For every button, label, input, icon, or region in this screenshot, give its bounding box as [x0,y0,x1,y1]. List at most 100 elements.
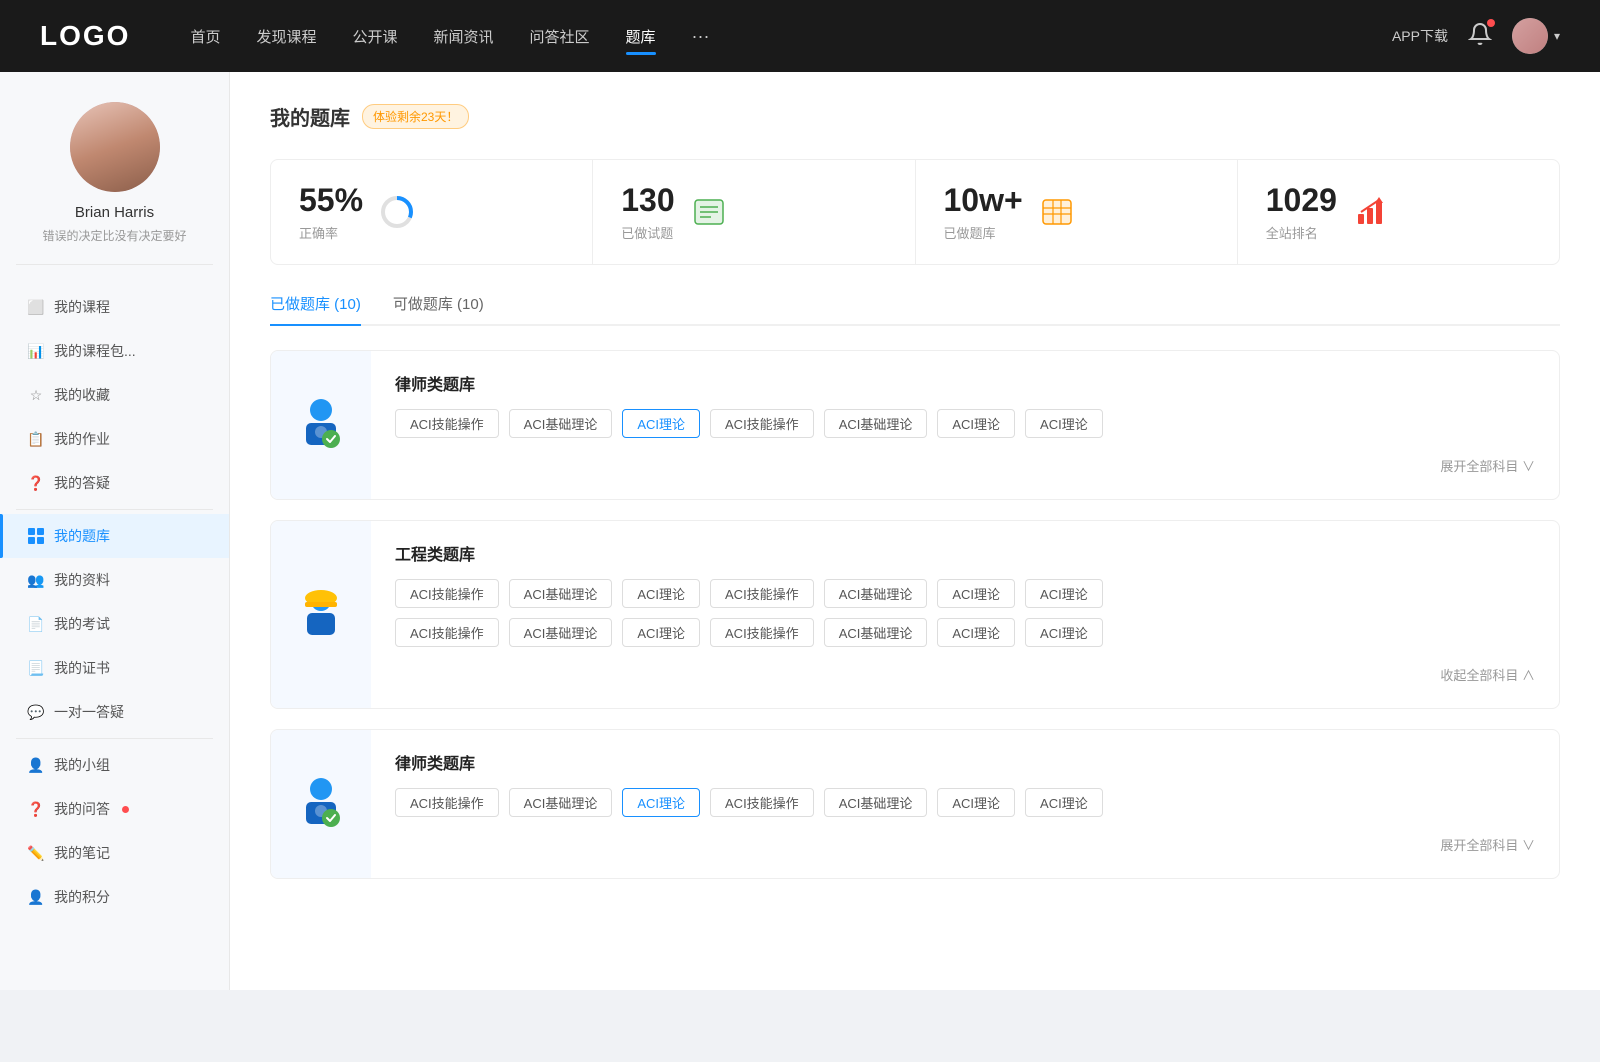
eng-tag2-5[interactable]: ACI理论 [937,618,1015,647]
eng-tag-1[interactable]: ACI基础理论 [509,579,613,608]
bank-card-inner-2: 工程类题库 ACI技能操作 ACI基础理论 ACI理论 ACI技能操作 ACI基… [271,521,1559,708]
tag-4[interactable]: ACI基础理论 [824,409,928,438]
eng-tag-6[interactable]: ACI理论 [1025,579,1103,608]
bank-title-lawyer-1: 律师类题库 [395,371,1535,395]
stat-done-banks-label: 已做题库 [944,223,1023,242]
pie-chart-icon [379,194,415,230]
table-icon [28,528,44,544]
stat-rank-text: 1029 全站排名 [1266,182,1337,242]
bank-content: 律师类题库 ACI技能操作 ACI基础理论 ACI理论 ACI技能操作 ACI基… [371,351,1559,499]
question-icon: ❓ [28,801,44,817]
sidebar-item-question-bank[interactable]: 我的题库 [0,514,229,558]
eng-tag2-6[interactable]: ACI理论 [1025,618,1103,647]
nav-news[interactable]: 新闻资讯 [434,22,494,51]
main-layout: Brian Harris 错误的决定比没有决定要好 ⬜ 我的课程 📊 我的课程包… [0,72,1600,990]
tag-6[interactable]: ACI理论 [1025,409,1103,438]
stat-done-questions-label: 已做试题 [621,223,674,242]
eng-tag-3[interactable]: ACI技能操作 [710,579,814,608]
l2-tag-0[interactable]: ACI技能操作 [395,788,499,817]
bank-card-lawyer-2: 律师类题库 ACI技能操作 ACI基础理论 ACI理论 ACI技能操作 ACI基… [270,729,1560,879]
eng-tag-4[interactable]: ACI基础理论 [824,579,928,608]
stat-done-banks-text: 10w+ 已做题库 [944,182,1023,242]
tab-done-banks[interactable]: 已做题库 (10) [270,293,361,324]
expand-lawyer-1[interactable]: 展开全部科目 ∨ [395,448,1535,479]
expand-lawyer-2[interactable]: 展开全部科目 ∨ [395,827,1535,858]
bank-content-3: 律师类题库 ACI技能操作 ACI基础理论 ACI理论 ACI技能操作 ACI基… [371,730,1559,878]
nav-question-bank[interactable]: 题库 [626,22,656,51]
stat-rank-value: 1029 [1266,182,1337,219]
bar-chart-icon: 📊 [28,343,44,359]
eng-tag2-3[interactable]: ACI技能操作 [710,618,814,647]
notification-bell[interactable] [1468,22,1492,51]
stat-accuracy-text: 55% 正确率 [299,182,363,242]
tag-0[interactable]: ACI技能操作 [395,409,499,438]
menu-divider-2 [16,738,213,739]
chevron-down-icon: ▾ [1554,29,1560,43]
logo[interactable]: LOGO [40,20,130,52]
sidebar: Brian Harris 错误的决定比没有决定要好 ⬜ 我的课程 📊 我的课程包… [0,72,230,990]
sidebar-item-my-questions[interactable]: ❓ 我的问答 [0,787,229,831]
sidebar-menu: ⬜ 我的课程 📊 我的课程包... ☆ 我的收藏 📋 我的作业 ❓ 我的答疑 [0,275,229,929]
sidebar-item-certificate[interactable]: 📃 我的证书 [0,646,229,690]
team-icon: 👥 [28,572,44,588]
stat-rank-label: 全站排名 [1266,223,1337,242]
app-download-link[interactable]: APP下载 [1392,26,1448,46]
sidebar-item-favorites[interactable]: ☆ 我的收藏 [0,373,229,417]
l2-tag-1[interactable]: ACI基础理论 [509,788,613,817]
eng-tag2-4[interactable]: ACI基础理论 [824,618,928,647]
sidebar-item-homework[interactable]: 📋 我的作业 [0,417,229,461]
tags-row-lawyer-1: ACI技能操作 ACI基础理论 ACI理论 ACI技能操作 ACI基础理论 AC… [395,409,1535,438]
bank-title-lawyer-2: 律师类题库 [395,750,1535,774]
sidebar-item-my-data[interactable]: 👥 我的资料 [0,558,229,602]
engineer-icon [291,585,351,645]
l2-tag-6[interactable]: ACI理论 [1025,788,1103,817]
stat-done-questions: 130 已做试题 [593,160,915,264]
eng-tag-5[interactable]: ACI理论 [937,579,1015,608]
tag-3[interactable]: ACI技能操作 [710,409,814,438]
nav-qa[interactable]: 问答社区 [530,22,590,51]
bank-card-lawyer-1: 律师类题库 ACI技能操作 ACI基础理论 ACI理论 ACI技能操作 ACI基… [270,350,1560,500]
sidebar-item-qa[interactable]: ❓ 我的答疑 [0,461,229,505]
nav-discover[interactable]: 发现课程 [256,22,316,51]
nav-menu: 首页 发现课程 公开课 新闻资讯 问答社区 题库 ··· [190,22,1392,51]
eng-tag-2[interactable]: ACI理论 [622,579,700,608]
avatar-image [1512,18,1548,54]
nav-more[interactable]: ··· [692,26,710,47]
avatar [1512,18,1548,54]
l2-tag-5[interactable]: ACI理论 [937,788,1015,817]
page-header: 我的题库 体验剩余23天！ [270,102,1560,131]
collapse-engineer[interactable]: 收起全部科目 ∧ [395,657,1535,688]
stat-accuracy-label: 正确率 [299,223,363,242]
eng-tag2-2[interactable]: ACI理论 [622,618,700,647]
sidebar-item-one-on-one[interactable]: 💬 一对一答疑 [0,690,229,734]
sidebar-item-course-package[interactable]: 📊 我的课程包... [0,329,229,373]
sidebar-item-my-group[interactable]: 👤 我的小组 [0,743,229,787]
bank-title-engineer: 工程类题库 [395,541,1535,565]
sidebar-item-exam[interactable]: 📄 我的考试 [0,602,229,646]
grid-icon [1039,194,1075,230]
eng-tag2-0[interactable]: ACI技能操作 [395,618,499,647]
l2-tag-2[interactable]: ACI理论 [622,788,700,817]
file-done-icon: 📃 [28,660,44,676]
group-icon: 👤 [28,757,44,773]
eng-tag2-1[interactable]: ACI基础理论 [509,618,613,647]
lawyer-icon-2 [291,774,351,834]
sidebar-item-points[interactable]: 👤 我的积分 [0,875,229,919]
sidebar-item-notes[interactable]: ✏️ 我的笔记 [0,831,229,875]
page-title: 我的题库 [270,102,350,131]
eng-tag-0[interactable]: ACI技能操作 [395,579,499,608]
user-avatar-menu[interactable]: ▾ [1512,18,1560,54]
sidebar-item-my-courses[interactable]: ⬜ 我的课程 [0,285,229,329]
tag-1[interactable]: ACI基础理论 [509,409,613,438]
tag-2[interactable]: ACI理论 [622,409,700,438]
l2-tag-4[interactable]: ACI基础理论 [824,788,928,817]
nav-home[interactable]: 首页 [190,22,220,51]
profile-section: Brian Harris 错误的决定比没有决定要好 [16,102,213,265]
profile-name: Brian Harris [75,204,154,221]
tab-available-banks[interactable]: 可做题库 (10) [393,293,484,324]
stat-rank: 1029 全站排名 [1238,160,1559,264]
bank-card-inner: 律师类题库 ACI技能操作 ACI基础理论 ACI理论 ACI技能操作 ACI基… [271,351,1559,499]
tag-5[interactable]: ACI理论 [937,409,1015,438]
l2-tag-3[interactable]: ACI技能操作 [710,788,814,817]
nav-open-course[interactable]: 公开课 [352,22,397,51]
